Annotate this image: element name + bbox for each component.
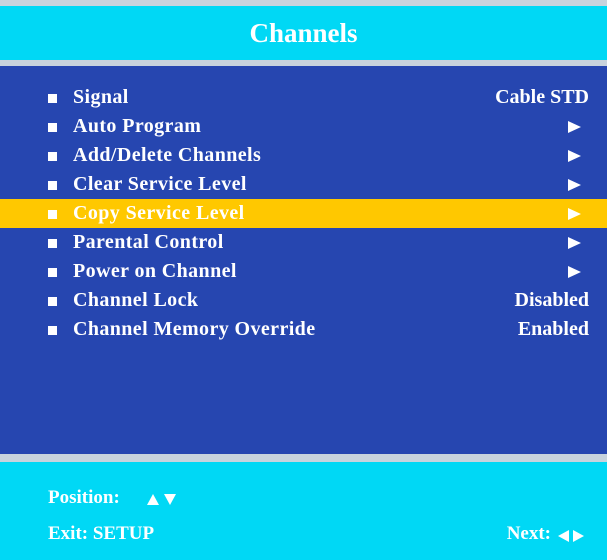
right-arrow-icon <box>568 179 581 191</box>
menu-item-auto-program[interactable]: Auto Program <box>0 112 607 141</box>
menu-item-value: Enabled <box>517 318 589 340</box>
menu-item-copy-service-level[interactable]: Copy Service Level <box>0 199 607 228</box>
menu-body: Signal Cable STD Auto Program Add/Delete Ch… <box>0 66 607 454</box>
menu-item-label: Power on Channel <box>73 260 237 282</box>
menu-list: Signal Cable STD Auto Program Add/Delete Ch… <box>0 83 607 344</box>
menu-header: Channels <box>0 6 607 60</box>
right-arrow-icon <box>568 208 581 220</box>
square-bullet-icon <box>48 94 57 103</box>
right-arrow-icon <box>568 150 581 162</box>
menu-item-parental-control[interactable]: Parental Control <box>0 228 607 257</box>
square-bullet-icon <box>48 181 57 190</box>
square-bullet-icon <box>48 239 57 248</box>
menu-item-label: Add/Delete Channels <box>73 144 262 166</box>
menu-item-label: Signal <box>73 86 129 108</box>
menu-footer: Position: Exit: SETUP Next: <box>0 462 607 560</box>
square-bullet-icon <box>48 326 57 335</box>
square-bullet-icon <box>48 210 57 219</box>
down-triangle-icon <box>164 494 176 505</box>
menu-item-value: Disabled <box>514 289 589 311</box>
right-triangle-icon <box>573 530 584 542</box>
right-arrow-icon <box>568 237 581 249</box>
menu-item-label: Channel Lock <box>73 289 199 311</box>
menu-item-label: Parental Control <box>73 231 224 253</box>
page-title: Channels <box>249 17 358 48</box>
menu-item-add-delete-channels[interactable]: Add/Delete Channels <box>0 141 607 170</box>
right-arrow-icon <box>568 121 581 133</box>
position-label: Position: <box>48 487 120 508</box>
menu-item-clear-service-level[interactable]: Clear Service Level <box>0 170 607 199</box>
menu-item-label: Clear Service Level <box>73 173 247 195</box>
square-bullet-icon <box>48 123 57 132</box>
menu-item-label: Copy Service Level <box>73 202 245 224</box>
left-triangle-icon <box>558 530 569 542</box>
tv-menu: Channels Signal Cable STD Auto Program Add/… <box>0 0 607 560</box>
exit-setup-label: Exit: SETUP <box>48 523 155 544</box>
right-arrow-icon <box>568 266 581 278</box>
menu-item-label: Channel Memory Override <box>73 318 316 340</box>
square-bullet-icon <box>48 297 57 306</box>
menu-item-value: Cable STD <box>495 86 589 108</box>
next-label: Next: <box>506 523 551 544</box>
menu-item-label: Auto Program <box>73 115 202 137</box>
menu-item-channel-lock[interactable]: Channel Lock Disabled <box>0 286 607 315</box>
square-bullet-icon <box>48 268 57 277</box>
square-bullet-icon <box>48 152 57 161</box>
up-triangle-icon <box>147 494 159 505</box>
menu-item-channel-memory-override[interactable]: Channel Memory Override Enabled <box>0 315 607 344</box>
menu-item-signal[interactable]: Signal Cable STD <box>0 83 607 112</box>
menu-item-power-on-channel[interactable]: Power on Channel <box>0 257 607 286</box>
